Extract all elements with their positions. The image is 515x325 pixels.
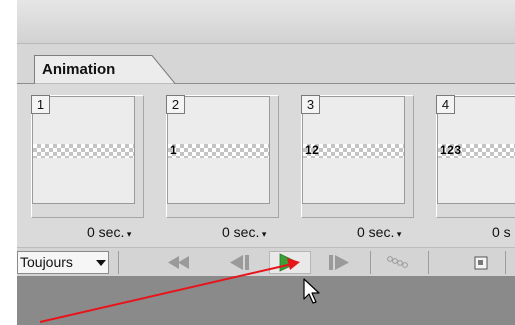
annotation-arrow bbox=[39, 258, 300, 323]
mouse-cursor-icon bbox=[303, 278, 320, 304]
screenshot-stage: Animation 1 0 sec. ▾ 1 2 0 sec. ▾ 12 3 0… bbox=[0, 0, 515, 325]
